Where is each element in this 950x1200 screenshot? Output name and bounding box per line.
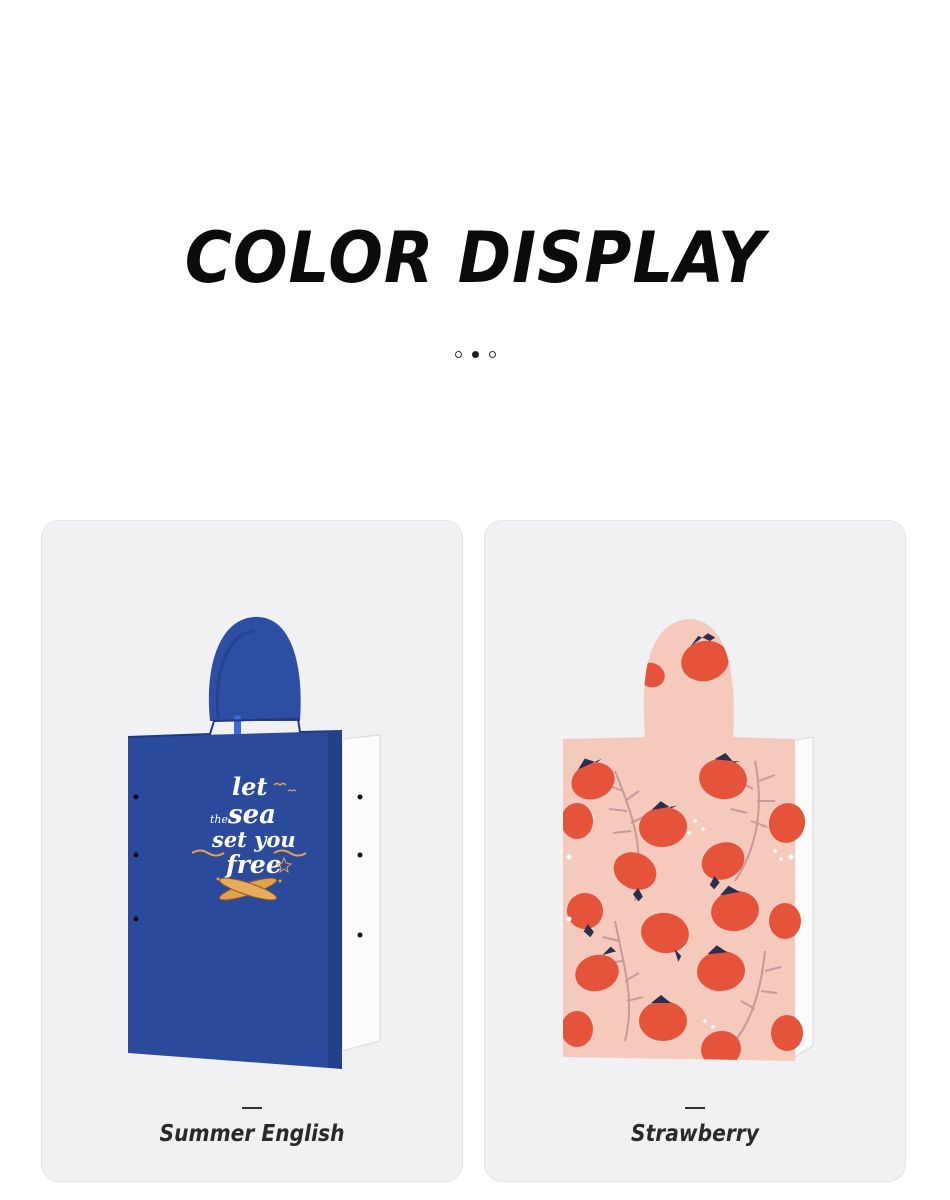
print-text-free: free: [224, 850, 282, 879]
carousel-dot-3[interactable]: [488, 351, 496, 358]
carousel-dot-1[interactable]: [454, 351, 462, 358]
summer-english-poncho-image: let the sea set you free: [127, 616, 381, 1069]
carousel-indicator: [0, 351, 950, 358]
strawberry-poncho-image: [563, 618, 814, 1061]
print-text-the: the: [210, 813, 229, 826]
print-text-let: let: [232, 772, 267, 801]
product-name: Strawberry: [631, 1121, 759, 1147]
print-text-set-you: set you: [211, 827, 296, 852]
product-name: Summer English: [159, 1121, 345, 1147]
color-display-page: COLOR DISPLAY let the sea set you free S…: [0, 0, 950, 1200]
product-card-strawberry[interactable]: Strawberry: [484, 520, 906, 1182]
carousel-dot-2[interactable]: [471, 351, 479, 358]
label-divider: [242, 1107, 262, 1109]
product-card-summer-english[interactable]: let the sea set you free Summer English: [41, 520, 463, 1182]
page-title: COLOR DISPLAY: [184, 217, 766, 299]
print-text-sea: sea: [227, 800, 276, 830]
label-divider: [685, 1107, 705, 1109]
